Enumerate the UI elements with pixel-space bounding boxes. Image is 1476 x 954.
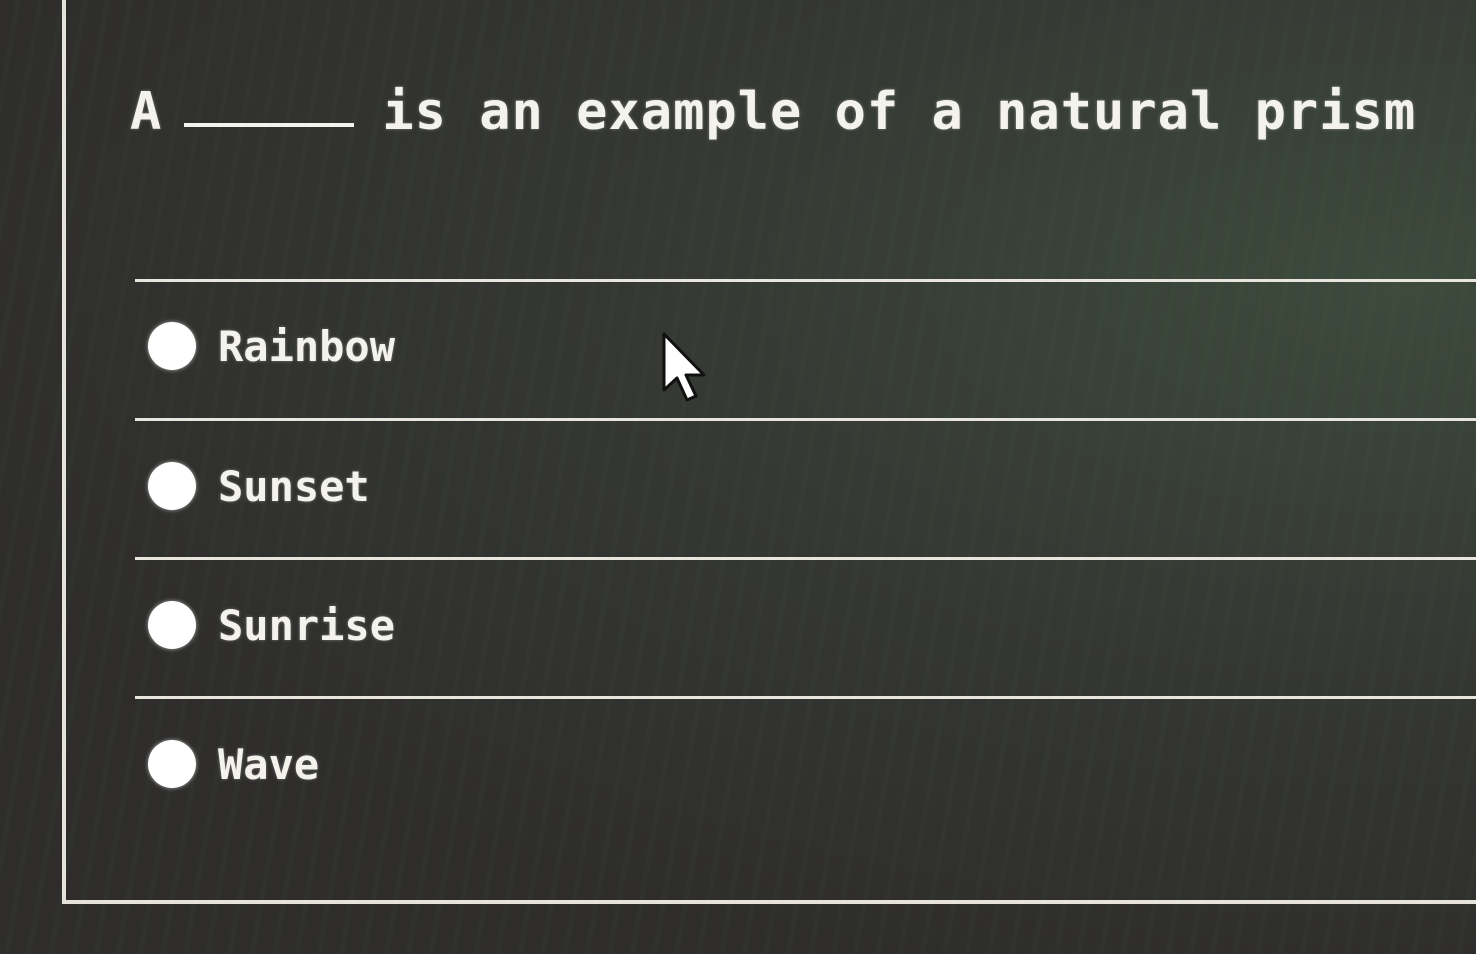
question-text: Ais an example of a natural prism	[130, 82, 1416, 142]
option-label: Rainbow	[218, 321, 396, 371]
divider	[135, 557, 1476, 560]
radio-button[interactable]	[148, 740, 196, 788]
option-sunrise[interactable]: Sunrise	[148, 595, 1448, 655]
divider	[135, 696, 1476, 699]
option-rainbow[interactable]: Rainbow	[148, 316, 1448, 376]
radio-button[interactable]	[148, 462, 196, 510]
divider	[135, 279, 1476, 282]
option-wave[interactable]: Wave	[148, 734, 1448, 794]
question-suffix: is an example of a natural prism	[382, 82, 1417, 142]
divider	[135, 418, 1476, 421]
radio-button[interactable]	[148, 322, 196, 370]
option-sunset[interactable]: Sunset	[148, 456, 1448, 516]
option-label: Sunset	[218, 461, 370, 511]
question-prefix: A	[130, 82, 163, 142]
answer-blank	[184, 123, 355, 127]
option-label: Wave	[218, 739, 320, 789]
option-label: Sunrise	[218, 600, 396, 650]
radio-button[interactable]	[148, 601, 196, 649]
arrow-pointer-icon	[662, 332, 706, 402]
